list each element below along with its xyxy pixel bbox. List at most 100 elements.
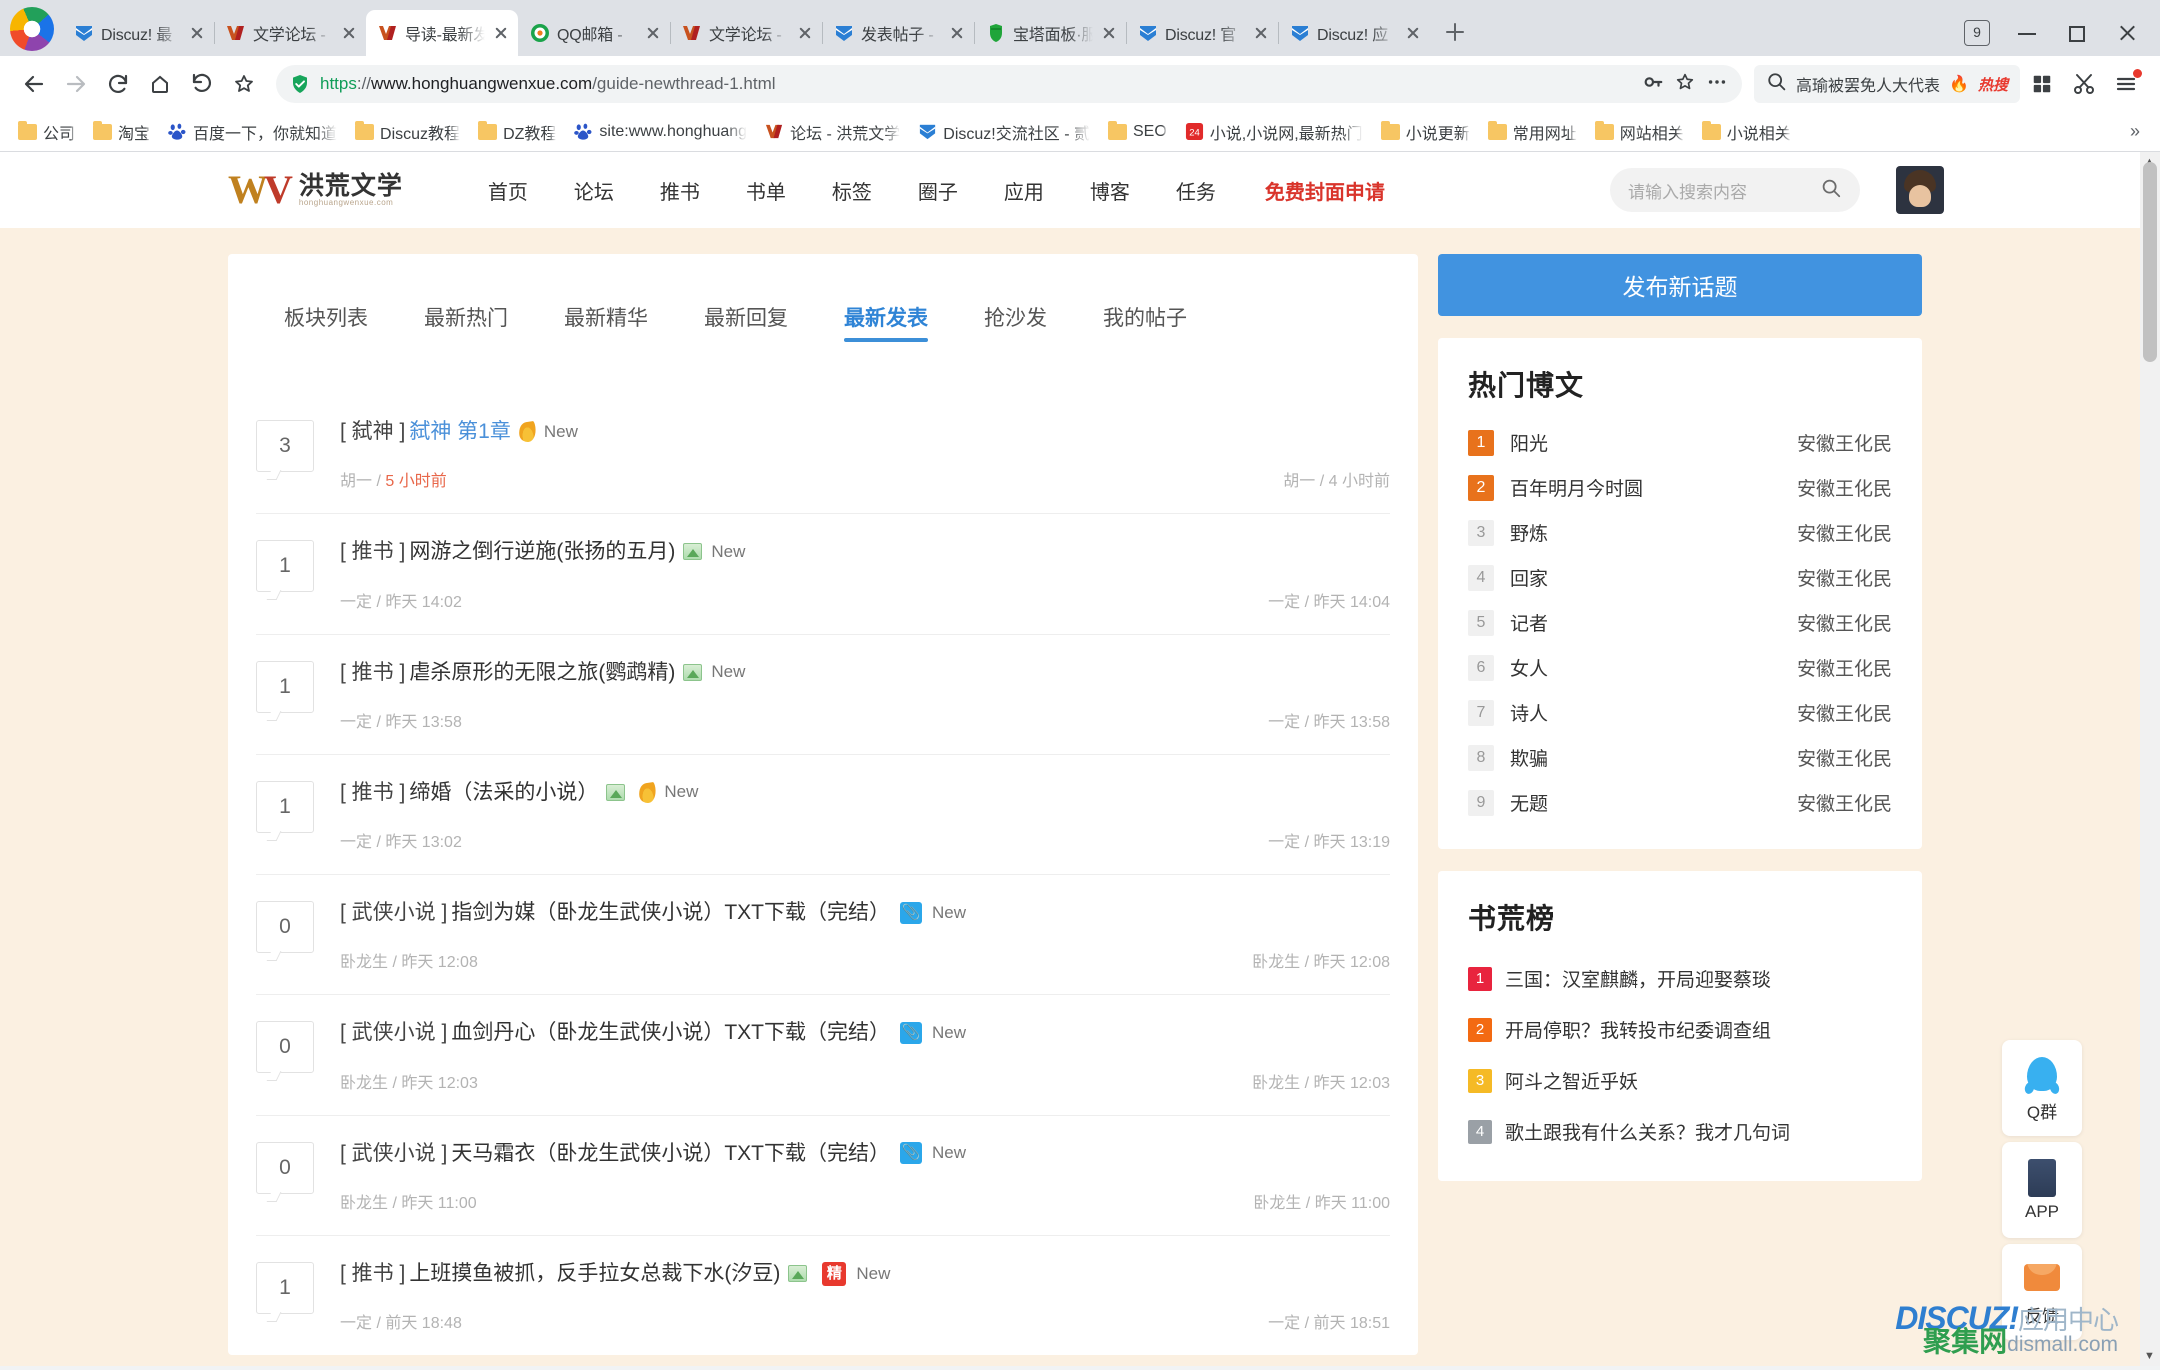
hot-blog-name[interactable]: 诗人 xyxy=(1510,699,1548,726)
nav-item-3[interactable]: 书单 xyxy=(723,176,809,205)
hot-blog-author[interactable]: 安徽王化民 xyxy=(1797,699,1892,726)
hot-blog-author[interactable]: 安徽王化民 xyxy=(1797,744,1892,771)
hot-blog-name[interactable]: 百年明月今时圆 xyxy=(1510,474,1643,501)
nav-item-2[interactable]: 推书 xyxy=(637,176,723,205)
browser-tab-1[interactable]: 文学论坛 - xyxy=(214,10,366,56)
thread-title-text[interactable]: 网游之倒行逆施(张扬的五月) xyxy=(409,538,675,565)
post-new-topic-button[interactable]: 发布新话题 xyxy=(1438,254,1922,316)
tab-close-icon[interactable] xyxy=(1252,24,1270,42)
browser-tab-5[interactable]: 发表帖子 - xyxy=(822,10,974,56)
forum-tab-3[interactable]: 最新回复 xyxy=(676,254,816,380)
bookmark-item-1[interactable]: 淘宝 xyxy=(85,117,158,147)
forum-tab-5[interactable]: 抢沙发 xyxy=(956,254,1075,380)
thread-last-author[interactable]: 卧龙生 xyxy=(1252,954,1300,971)
thread-author[interactable]: 一定 xyxy=(340,1315,372,1332)
thread-category[interactable]: [ 武侠小说 ] xyxy=(340,1140,447,1167)
book-rank-name[interactable]: 歌土跟我有什么关系？我才几句词 xyxy=(1505,1118,1790,1145)
book-rank-row[interactable]: 2开局停职？我转投市纪委调查组 xyxy=(1468,1004,1892,1055)
site-search-input[interactable]: 请输入搜索内容 xyxy=(1610,168,1860,212)
thread-author[interactable]: 卧龙生 xyxy=(340,954,388,971)
hot-blog-name[interactable]: 野炼 xyxy=(1510,519,1548,546)
hot-blog-name[interactable]: 欺骗 xyxy=(1510,744,1548,771)
forum-tab-4[interactable]: 最新发表 xyxy=(816,254,956,380)
nav-item-1[interactable]: 论坛 xyxy=(551,176,637,205)
browser-tab-0[interactable]: Discuz! 最 xyxy=(62,10,214,56)
thread-row[interactable]: 0[ 武侠小说 ]血剑丹心（卧龙生武侠小说）TXT下载（完结）📎New卧龙生 /… xyxy=(256,995,1390,1115)
forward-icon[interactable] xyxy=(56,64,96,104)
screenshot-scissors-icon[interactable] xyxy=(2064,64,2104,104)
thread-last-author[interactable]: 卧龙生 xyxy=(1252,1075,1300,1092)
tab-close-icon[interactable] xyxy=(340,24,358,42)
hot-blog-author[interactable]: 安徽王化民 xyxy=(1797,474,1892,501)
thread-title-text[interactable]: 天马霜衣（卧龙生武侠小说）TXT下载（完结） xyxy=(451,1140,890,1167)
thread-category[interactable]: [ 弑神 ] xyxy=(340,418,405,445)
bookmark-item-12[interactable]: 网站相关 xyxy=(1587,117,1692,147)
back-icon[interactable] xyxy=(14,64,54,104)
browser-tab-4[interactable]: 文学论坛 - xyxy=(670,10,822,56)
nav-item-8[interactable]: 任务 xyxy=(1153,176,1239,205)
bookmark-item-10[interactable]: 小说更新 xyxy=(1373,117,1478,147)
book-rank-name[interactable]: 三国：汉室麒麟，开局迎娶蔡琰 xyxy=(1505,965,1771,992)
thread-title-text[interactable]: 缔婚（法采的小说） xyxy=(409,779,598,806)
thread-author[interactable]: 一定 xyxy=(340,714,372,731)
thread-category[interactable]: [ 武侠小说 ] xyxy=(340,1019,447,1046)
forum-tab-6[interactable]: 我的帖子 xyxy=(1075,254,1215,380)
thread-author[interactable]: 卧龙生 xyxy=(340,1075,388,1092)
thread-author[interactable]: 卧龙生 xyxy=(340,1195,388,1212)
forum-tab-0[interactable]: 板块列表 xyxy=(256,254,396,380)
password-key-icon[interactable] xyxy=(1642,71,1664,98)
book-rank-row[interactable]: 1三国：汉室麒麟，开局迎娶蔡琰 xyxy=(1468,953,1892,1004)
tab-close-icon[interactable] xyxy=(1100,24,1118,42)
thread-title-text[interactable]: 虐杀原形的无限之旅(鹦鹉精) xyxy=(409,659,675,686)
bookmark-item-13[interactable]: 小说相关 xyxy=(1694,117,1799,147)
scrollbar-thumb[interactable] xyxy=(2143,162,2157,362)
book-rank-name[interactable]: 阿斗之智近乎妖 xyxy=(1505,1067,1638,1094)
bookmark-item-5[interactable]: site:www.honghuang xyxy=(566,119,755,144)
nav-item-4[interactable]: 标签 xyxy=(809,176,895,205)
hot-blog-row[interactable]: 3野炼安徽王化民 xyxy=(1468,510,1892,555)
hot-blog-row[interactable]: 8欺骗安徽王化民 xyxy=(1468,735,1892,780)
hot-blog-author[interactable]: 安徽王化民 xyxy=(1797,429,1892,456)
forum-tab-1[interactable]: 最新热门 xyxy=(396,254,536,380)
omnibox-more-icon[interactable] xyxy=(1706,71,1728,98)
thread-title-text[interactable]: 血剑丹心（卧龙生武侠小说）TXT下载（完结） xyxy=(451,1019,890,1046)
address-bar[interactable]: https://www.honghuangwenxue.com/guide-ne… xyxy=(276,65,1742,103)
bookmarks-overflow-icon[interactable]: » xyxy=(2120,121,2150,142)
bookmark-item-7[interactable]: Discuz!交流社区 - 贰 xyxy=(910,117,1098,147)
hot-blog-row[interactable]: 1阳光安徽王化民 xyxy=(1468,420,1892,465)
book-rank-row[interactable]: 4歌土跟我有什么关系？我才几句词 xyxy=(1468,1106,1892,1157)
site-logo[interactable]: WV 洪荒文学 honghuangwenxue.com xyxy=(228,170,403,210)
nav-item-5[interactable]: 圈子 xyxy=(895,176,981,205)
bookmark-item-11[interactable]: 常用网址 xyxy=(1480,117,1585,147)
hot-blog-row[interactable]: 2百年明月今时圆安徽王化民 xyxy=(1468,465,1892,510)
tab-close-icon[interactable] xyxy=(492,24,510,42)
hot-blog-row[interactable]: 6女人安徽王化民 xyxy=(1468,645,1892,690)
hot-blog-row[interactable]: 7诗人安徽王化民 xyxy=(1468,690,1892,735)
thread-row[interactable]: 0[ 武侠小说 ]指剑为媒（卧龙生武侠小说）TXT下载（完结）📎New卧龙生 /… xyxy=(256,875,1390,995)
bookmark-item-3[interactable]: Discuz教程 xyxy=(347,117,468,147)
thread-title-text[interactable]: 指剑为媒（卧龙生武侠小说）TXT下载（完结） xyxy=(451,899,890,926)
bookmark-star-icon[interactable] xyxy=(1674,71,1696,98)
thread-row[interactable]: 1[ 推书 ]上班摸鱼被抓，反手拉女总裁下水(汐豆)精New一定 / 前天 18… xyxy=(256,1236,1390,1355)
hot-blog-name[interactable]: 无题 xyxy=(1510,789,1548,816)
thread-last-author[interactable]: 一定 xyxy=(1268,714,1300,731)
hot-blog-name[interactable]: 回家 xyxy=(1510,564,1548,591)
browser-tab-2[interactable]: 导读-最新发 xyxy=(366,10,518,56)
thread-last-author[interactable]: 卧龙生 xyxy=(1253,1195,1301,1212)
tab-close-icon[interactable] xyxy=(948,24,966,42)
nav-item-7[interactable]: 博客 xyxy=(1067,176,1153,205)
thread-author[interactable]: 一定 xyxy=(340,834,372,851)
hot-blog-author[interactable]: 安徽王化民 xyxy=(1797,564,1892,591)
hot-blog-row[interactable]: 9无题安徽王化民 xyxy=(1468,780,1892,825)
hot-blog-author[interactable]: 安徽王化民 xyxy=(1797,519,1892,546)
nav-item-6[interactable]: 应用 xyxy=(981,176,1067,205)
site-search-icon[interactable] xyxy=(1820,177,1842,204)
close-window-button[interactable] xyxy=(2104,18,2150,48)
thread-title-text[interactable]: 上班摸鱼被抓，反手拉女总裁下水(汐豆) xyxy=(409,1260,780,1287)
thread-author[interactable]: 胡一 xyxy=(340,473,372,490)
home-icon[interactable] xyxy=(140,64,180,104)
floatbar-item-1[interactable]: APP xyxy=(2002,1142,2082,1238)
new-tab-button[interactable] xyxy=(1438,15,1472,49)
history-back-icon[interactable] xyxy=(182,64,222,104)
scroll-down-arrow[interactable]: ▼ xyxy=(2144,1350,2155,1362)
